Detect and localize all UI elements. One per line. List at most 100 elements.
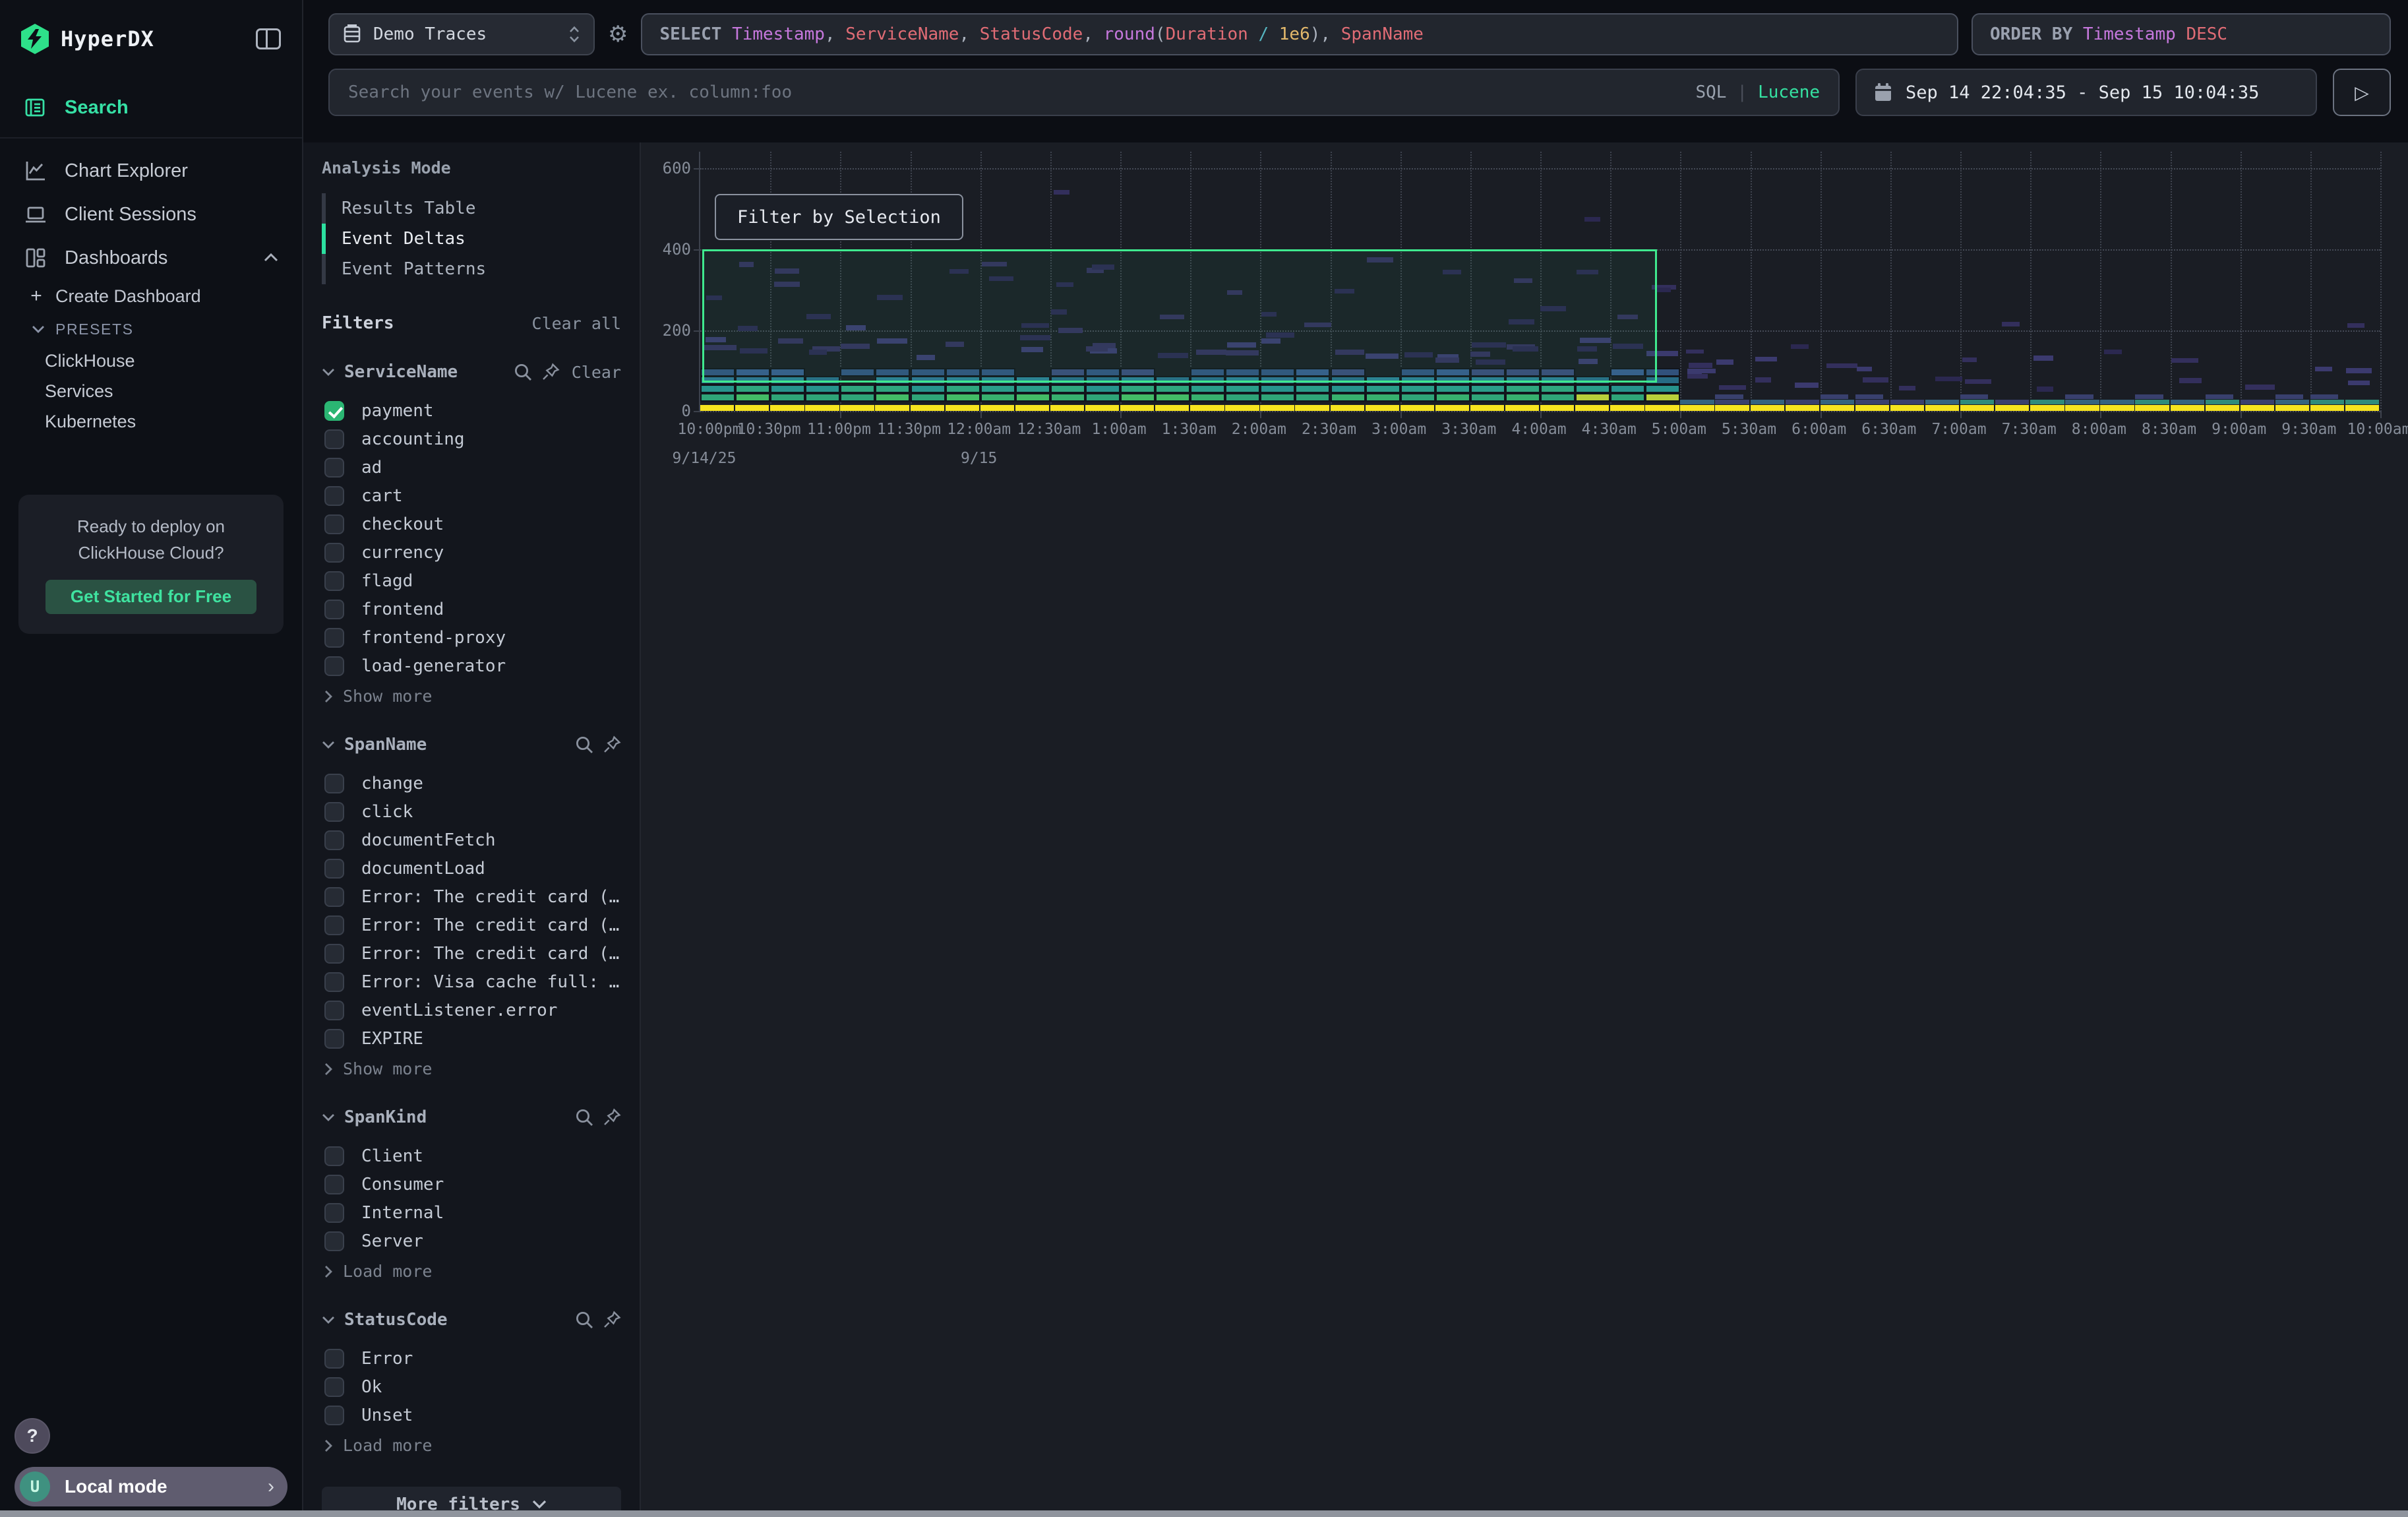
analysis-mode-item[interactable]: Results Table bbox=[322, 193, 621, 224]
analysis-mode-item[interactable]: Event Patterns bbox=[322, 254, 621, 284]
checkbox[interactable] bbox=[324, 1175, 344, 1194]
checkbox[interactable] bbox=[324, 571, 344, 591]
date-range-picker[interactable]: Sep 14 22:04:35 - Sep 15 10:04:35 bbox=[1855, 69, 2317, 116]
checkbox[interactable] bbox=[324, 486, 344, 506]
filter-option-row[interactable]: Error: The credit card (… bbox=[322, 911, 621, 939]
analysis-mode-item[interactable]: Event Deltas bbox=[322, 224, 621, 254]
filter-option-row[interactable]: change bbox=[322, 769, 621, 797]
checkbox[interactable] bbox=[324, 1349, 344, 1369]
select-query-box[interactable]: SELECT Timestamp, ServiceName, StatusCod… bbox=[641, 13, 1958, 55]
pin-icon[interactable] bbox=[603, 1108, 621, 1127]
search-icon[interactable] bbox=[575, 1108, 593, 1127]
gear-icon[interactable]: ⚙ bbox=[608, 21, 628, 47]
filter-option-row[interactable]: Server bbox=[322, 1227, 621, 1255]
source-select[interactable]: Demo Traces bbox=[328, 13, 595, 55]
checkbox[interactable] bbox=[324, 1146, 344, 1166]
filter-option-row[interactable]: accounting bbox=[322, 425, 621, 453]
sidebar-item-chart-explorer[interactable]: Chart Explorer bbox=[0, 149, 302, 193]
filter-option-row[interactable]: documentFetch bbox=[322, 826, 621, 854]
checkbox[interactable] bbox=[324, 972, 344, 992]
checkbox[interactable] bbox=[324, 458, 344, 478]
preset-dashboard-link[interactable]: Kubernetes bbox=[0, 406, 302, 437]
search-input[interactable] bbox=[348, 82, 1685, 102]
checkbox[interactable] bbox=[324, 915, 344, 935]
filter-group-header[interactable]: SpanKind bbox=[322, 1107, 621, 1127]
checkbox[interactable] bbox=[324, 802, 344, 822]
checkbox[interactable] bbox=[324, 1029, 344, 1049]
checkbox[interactable] bbox=[324, 859, 344, 879]
create-dashboard-button[interactable]: + Create Dashboard bbox=[0, 280, 302, 313]
filter-option-row[interactable]: currency bbox=[322, 538, 621, 567]
filter-by-selection-button[interactable]: Filter by Selection bbox=[715, 194, 963, 240]
filter-option-row[interactable]: ad bbox=[322, 453, 621, 481]
checkbox[interactable] bbox=[324, 401, 344, 421]
filter-option-row[interactable]: frontend bbox=[322, 595, 621, 623]
get-started-button[interactable]: Get Started for Free bbox=[45, 580, 256, 614]
filter-option-row[interactable]: eventListener.error bbox=[322, 996, 621, 1024]
checkbox[interactable] bbox=[324, 1203, 344, 1223]
filter-option-row[interactable]: Internal bbox=[322, 1198, 621, 1227]
pin-icon[interactable] bbox=[603, 735, 621, 754]
search-icon[interactable] bbox=[575, 1311, 593, 1329]
help-button[interactable]: ? bbox=[15, 1418, 50, 1454]
pin-icon[interactable] bbox=[603, 1311, 621, 1329]
checkbox[interactable] bbox=[324, 656, 344, 676]
filter-option-row[interactable]: checkout bbox=[322, 510, 621, 538]
search-icon[interactable] bbox=[575, 735, 593, 754]
pin-icon[interactable] bbox=[541, 363, 560, 381]
filter-option-row[interactable]: Error: Visa cache full: … bbox=[322, 968, 621, 996]
checkbox[interactable] bbox=[324, 628, 344, 648]
sidebar-item-search[interactable]: Search bbox=[0, 86, 302, 129]
filter-option-row[interactable]: flagd bbox=[322, 567, 621, 595]
search-icon[interactable] bbox=[514, 363, 532, 381]
checkbox[interactable] bbox=[324, 944, 344, 964]
user-menu-button[interactable]: U Local mode › bbox=[15, 1467, 287, 1506]
brand-logo[interactable]: HyperDX bbox=[21, 24, 154, 54]
checkbox[interactable] bbox=[324, 514, 344, 534]
clear-group-button[interactable]: Clear bbox=[572, 363, 621, 382]
filter-option-row[interactable]: Consumer bbox=[322, 1170, 621, 1198]
orderby-box[interactable]: ORDER BY Timestamp DESC bbox=[1972, 13, 2391, 55]
checkbox[interactable] bbox=[324, 429, 344, 449]
sidebar-collapse-icon[interactable] bbox=[256, 28, 281, 49]
show-more-button[interactable]: Load more bbox=[322, 1436, 621, 1455]
checkbox[interactable] bbox=[324, 1406, 344, 1425]
filter-option-row[interactable]: payment bbox=[322, 396, 621, 425]
preset-dashboard-link[interactable]: ClickHouse bbox=[0, 346, 302, 376]
sidebar-item-client-sessions[interactable]: Client Sessions bbox=[0, 193, 302, 236]
show-more-button[interactable]: Load more bbox=[322, 1262, 621, 1281]
lucene-toggle[interactable]: Lucene bbox=[1758, 82, 1820, 102]
checkbox[interactable] bbox=[324, 600, 344, 619]
filter-option-row[interactable]: Ok bbox=[322, 1373, 621, 1401]
filter-option-row[interactable]: load-generator bbox=[322, 652, 621, 680]
checkbox[interactable] bbox=[324, 887, 344, 907]
filter-option-row[interactable]: documentLoad bbox=[322, 854, 621, 882]
checkbox[interactable] bbox=[324, 1377, 344, 1397]
heatmap-plot[interactable]: Filter by Selection bbox=[699, 152, 2380, 412]
checkbox[interactable] bbox=[324, 543, 344, 563]
filter-option-row[interactable]: EXPIRE bbox=[322, 1024, 621, 1053]
filter-group-header[interactable]: SpanName bbox=[322, 735, 621, 755]
filter-option-row[interactable]: frontend-proxy bbox=[322, 623, 621, 652]
presets-toggle[interactable]: PRESETS bbox=[0, 313, 302, 346]
filter-group-header[interactable]: StatusCode bbox=[322, 1310, 621, 1330]
checkbox[interactable] bbox=[324, 1001, 344, 1020]
preset-dashboard-link[interactable]: Services bbox=[0, 376, 302, 406]
horizontal-scrollbar[interactable] bbox=[0, 1510, 2408, 1517]
sql-toggle[interactable]: SQL bbox=[1695, 82, 1726, 102]
filter-option-row[interactable]: Unset bbox=[322, 1401, 621, 1429]
clear-all-button[interactable]: Clear all bbox=[532, 314, 621, 333]
sidebar-item-dashboards[interactable]: Dashboards bbox=[0, 236, 302, 280]
filter-option-row[interactable]: Error: The credit card (… bbox=[322, 939, 621, 968]
filter-option-row[interactable]: Client bbox=[322, 1142, 621, 1170]
selection-rectangle[interactable] bbox=[702, 249, 1657, 383]
run-query-button[interactable]: ▷ bbox=[2333, 69, 2391, 116]
filter-option-row[interactable]: cart bbox=[322, 481, 621, 510]
filter-group-header[interactable]: ServiceNameClear bbox=[322, 362, 621, 382]
show-more-button[interactable]: Show more bbox=[322, 1059, 621, 1078]
checkbox[interactable] bbox=[324, 1231, 344, 1251]
checkbox[interactable] bbox=[324, 830, 344, 850]
filter-option-row[interactable]: Error: The credit card (… bbox=[322, 882, 621, 911]
show-more-button[interactable]: Show more bbox=[322, 687, 621, 706]
checkbox[interactable] bbox=[324, 774, 344, 793]
